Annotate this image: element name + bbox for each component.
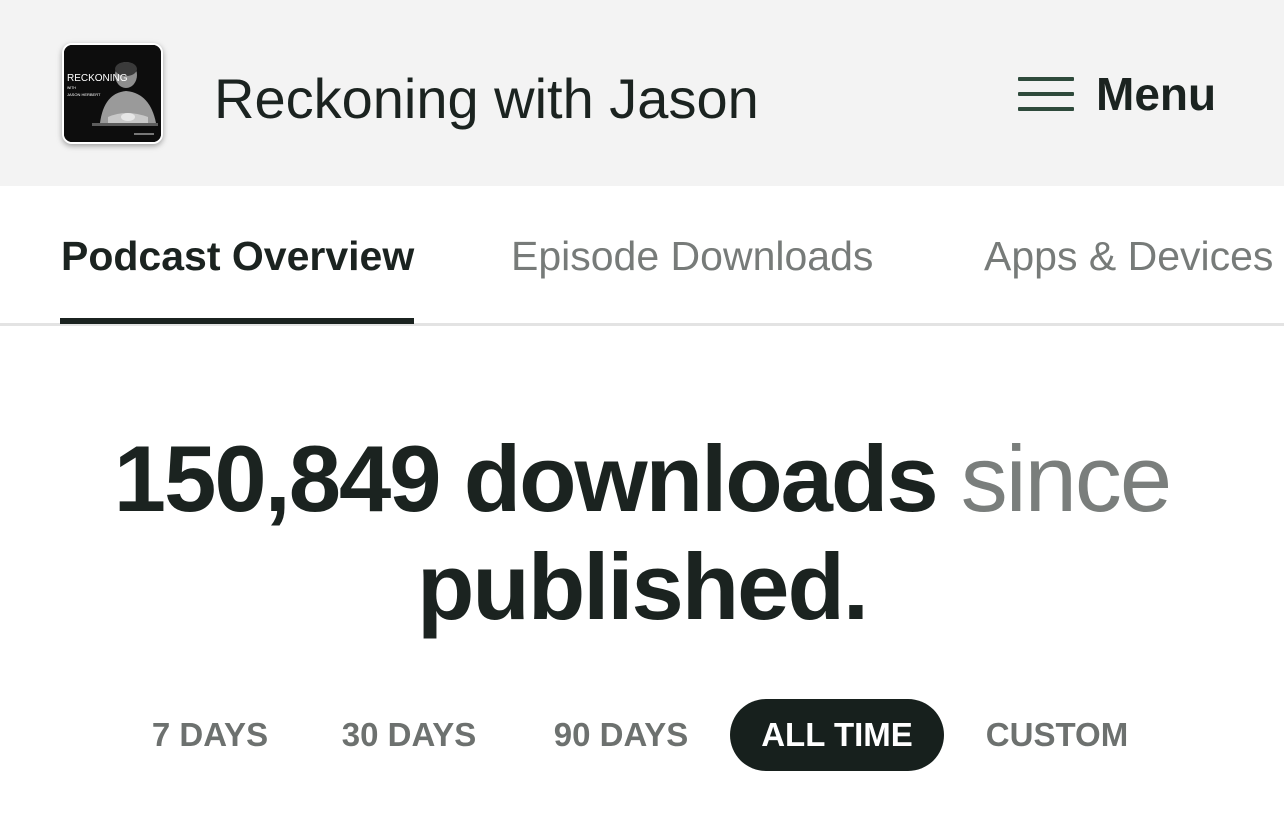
app-header: RECKONING WITH JASON HERBERT Reckoning w… xyxy=(0,0,1284,186)
podcast-title: Reckoning with Jason xyxy=(214,67,759,130)
overview-tabs: Podcast Overview Episode Downloads Apps … xyxy=(0,186,1284,326)
tab-podcast-overview[interactable]: Podcast Overview xyxy=(61,186,414,326)
range-custom[interactable]: CUSTOM xyxy=(968,699,1146,771)
menu-label: Menu xyxy=(1096,68,1217,120)
podcast-cover-image[interactable]: RECKONING WITH JASON HERBERT xyxy=(62,43,163,144)
published-word: published. xyxy=(417,534,869,639)
hamburger-icon xyxy=(1018,77,1074,111)
menu-button[interactable]: Menu xyxy=(1018,64,1216,124)
cover-text-main: RECKONING xyxy=(67,73,128,84)
tab-episode-downloads[interactable]: Episode Downloads xyxy=(511,186,873,326)
range-90-days[interactable]: 90 DAYS xyxy=(536,699,706,771)
range-30-days[interactable]: 30 DAYS xyxy=(324,699,494,771)
cover-text-with: WITH xyxy=(67,86,76,90)
range-all-time[interactable]: ALL TIME xyxy=(730,699,944,771)
downloads-summary: 150,849 downloads since published. xyxy=(0,425,1284,641)
cover-text-name: JASON HERBERT xyxy=(67,92,101,97)
tab-apps-devices[interactable]: Apps & Devices xyxy=(984,186,1273,326)
downloads-word: downloads xyxy=(463,426,939,531)
range-7-days[interactable]: 7 DAYS xyxy=(140,699,280,771)
cover-network-logo xyxy=(134,133,154,135)
active-tab-indicator xyxy=(60,318,414,324)
cover-artwork: RECKONING WITH JASON HERBERT xyxy=(64,45,161,142)
since-word: since xyxy=(960,426,1172,531)
downloads-count: 150,849 xyxy=(113,426,442,531)
